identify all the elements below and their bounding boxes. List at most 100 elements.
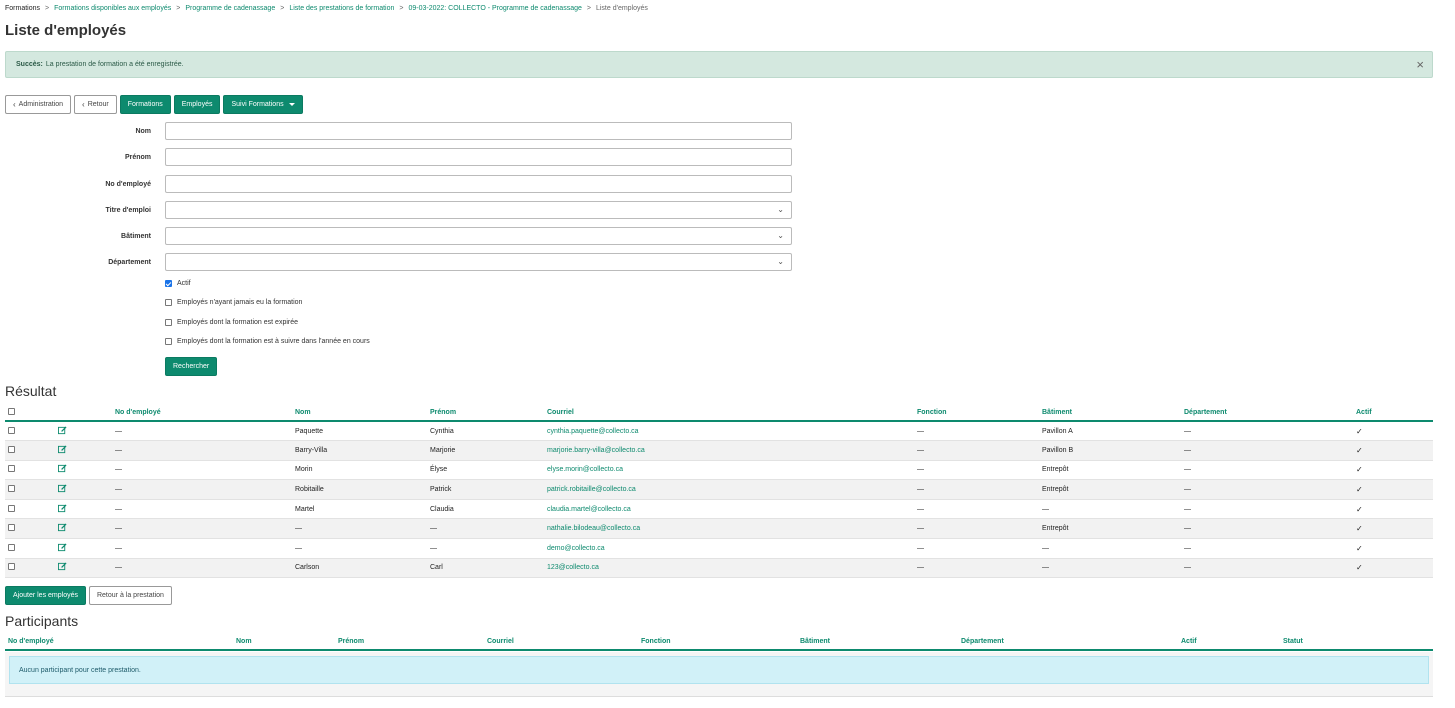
row-checkbox[interactable] <box>8 563 15 571</box>
close-icon[interactable]: × <box>1416 58 1424 71</box>
toolbar: ‹ Administration ‹ Retour Formations Emp… <box>5 95 303 114</box>
actif-checkbox[interactable] <box>165 280 172 287</box>
edit-icon[interactable] <box>58 484 67 493</box>
jamais-checkbox[interactable] <box>165 299 172 306</box>
breadcrumb-item-prestation[interactable]: 09-03-2022: COLLECTO - Programme de cade… <box>408 5 581 12</box>
p-col-header-statut[interactable]: Statut <box>1280 633 1433 651</box>
employes-button[interactable]: Employés <box>173 95 221 114</box>
administration-button[interactable]: ‹ Administration <box>5 95 72 114</box>
suivi-formations-dropdown[interactable]: Suivi Formations <box>223 95 303 114</box>
edit-icon[interactable] <box>58 504 67 513</box>
jamais-check-row: Employés n'ayant jamais eu la formation <box>165 299 302 306</box>
cell-fonction: — <box>914 440 1039 461</box>
cell-courriel[interactable]: claudia.martel@collecto.ca <box>544 499 914 520</box>
table-row: — Paquette Cynthia cynthia.paquette@coll… <box>5 421 1433 442</box>
cell-departement: — <box>1181 558 1353 579</box>
breadcrumb-separator: > <box>45 5 50 12</box>
row-checkbox[interactable] <box>8 485 15 493</box>
nom-input[interactable] <box>165 122 792 140</box>
edit-icon[interactable] <box>58 523 67 532</box>
col-header-departement[interactable]: Département <box>1181 404 1353 422</box>
col-header-actif[interactable]: Actif <box>1353 404 1433 422</box>
actif-label: Actif <box>177 280 191 287</box>
rechercher-button[interactable]: Rechercher <box>165 357 218 376</box>
actif-check-row: Actif <box>165 280 191 287</box>
row-edit-cell <box>55 499 112 520</box>
row-select-cell <box>5 518 55 540</box>
row-checkbox[interactable] <box>8 465 15 473</box>
row-edit-cell <box>55 538 112 559</box>
cell-no-employe: — <box>112 499 292 520</box>
cell-courriel[interactable]: cynthia.paquette@collecto.ca <box>544 421 914 442</box>
batiment-select[interactable]: ⌄ <box>165 227 792 245</box>
cell-no-employe: — <box>112 460 292 481</box>
breadcrumb-item-formations-disponibles[interactable]: Formations disponibles aux employés <box>54 5 171 12</box>
row-edit-cell <box>55 479 112 500</box>
cell-nom: Barry-Villa <box>292 440 427 461</box>
departement-select[interactable]: ⌄ <box>165 253 792 271</box>
success-alert: Succès: La prestation de formation a été… <box>5 51 1433 78</box>
formations-button[interactable]: Formations <box>119 95 171 114</box>
row-checkbox[interactable] <box>8 504 15 512</box>
cell-batiment: — <box>1039 538 1181 559</box>
cell-actif: ✓ <box>1353 558 1433 579</box>
edit-icon[interactable] <box>58 464 67 473</box>
p-col-header-departement[interactable]: Département <box>958 633 1178 651</box>
select-all-checkbox[interactable] <box>8 407 15 415</box>
breadcrumb-item-formations[interactable]: Formations <box>5 5 40 12</box>
cell-actif: ✓ <box>1353 499 1433 520</box>
annee-checkbox[interactable] <box>165 338 172 345</box>
row-checkbox[interactable] <box>8 543 15 551</box>
col-header-nom[interactable]: Nom <box>292 404 427 422</box>
batiment-label: Bâtiment <box>121 232 151 240</box>
breadcrumb-item-prestations[interactable]: Liste des prestations de formation <box>289 5 394 12</box>
cell-actif: ✓ <box>1353 479 1433 500</box>
row-edit-cell <box>55 440 112 461</box>
col-header-prenom[interactable]: Prénom <box>427 404 544 422</box>
cell-fonction: — <box>914 479 1039 500</box>
cell-courriel[interactable]: marjorie.barry-villa@collecto.ca <box>544 440 914 461</box>
row-edit-cell <box>55 421 112 442</box>
p-col-header-batiment[interactable]: Bâtiment <box>797 633 958 651</box>
p-col-header-actif[interactable]: Actif <box>1178 633 1280 651</box>
cell-courriel[interactable]: demo@collecto.ca <box>544 538 914 559</box>
row-checkbox[interactable] <box>8 524 15 532</box>
p-col-header-no-employe[interactable]: No d'employé <box>5 633 233 651</box>
p-col-header-nom[interactable]: Nom <box>233 633 335 651</box>
retour-prestation-button[interactable]: Retour à la prestation <box>88 586 172 605</box>
no-employe-input[interactable] <box>165 175 792 193</box>
cell-nom: — <box>292 518 427 540</box>
cell-courriel[interactable]: 123@collecto.ca <box>544 558 914 579</box>
row-checkbox[interactable] <box>8 426 15 434</box>
breadcrumb-item-programme[interactable]: Programme de cadenassage <box>185 5 275 12</box>
col-header-batiment[interactable]: Bâtiment <box>1039 404 1181 422</box>
edit-icon[interactable] <box>58 426 67 435</box>
expiree-checkbox[interactable] <box>165 319 172 326</box>
edit-icon[interactable] <box>58 543 67 552</box>
expiree-label: Employés dont la formation est expirée <box>177 319 299 326</box>
cell-no-employe: — <box>112 518 292 540</box>
cell-no-employe: — <box>112 479 292 500</box>
prenom-input[interactable] <box>165 148 792 166</box>
departement-row: Département ⌄ <box>0 253 792 271</box>
retour-button[interactable]: ‹ Retour <box>74 95 117 114</box>
titre-emploi-label: Titre d'emploi <box>105 206 152 214</box>
cell-actif: ✓ <box>1353 460 1433 481</box>
cell-departement: — <box>1181 499 1353 520</box>
cell-prenom: Cynthia <box>427 421 544 442</box>
ajouter-employes-button[interactable]: Ajouter les employés <box>5 586 86 605</box>
edit-icon[interactable] <box>58 445 67 454</box>
edit-icon[interactable] <box>58 562 67 571</box>
cell-courriel[interactable]: elyse.morin@collecto.ca <box>544 460 914 481</box>
p-col-header-fonction[interactable]: Fonction <box>638 633 797 651</box>
row-checkbox[interactable] <box>8 445 15 453</box>
cell-courriel[interactable]: nathalie.bilodeau@collecto.ca <box>544 518 914 540</box>
titre-emploi-select[interactable]: ⌄ <box>165 201 792 219</box>
p-col-header-courriel[interactable]: Courriel <box>484 633 638 651</box>
col-header-no-employe[interactable]: No d'employé <box>112 404 292 422</box>
col-header-fonction[interactable]: Fonction <box>914 404 1039 422</box>
cell-courriel[interactable]: patrick.robitaille@collecto.ca <box>544 479 914 500</box>
p-col-header-prenom[interactable]: Prénom <box>335 633 484 651</box>
breadcrumb-item-current: Liste d'employés <box>595 5 648 12</box>
col-header-courriel[interactable]: Courriel <box>544 404 914 422</box>
